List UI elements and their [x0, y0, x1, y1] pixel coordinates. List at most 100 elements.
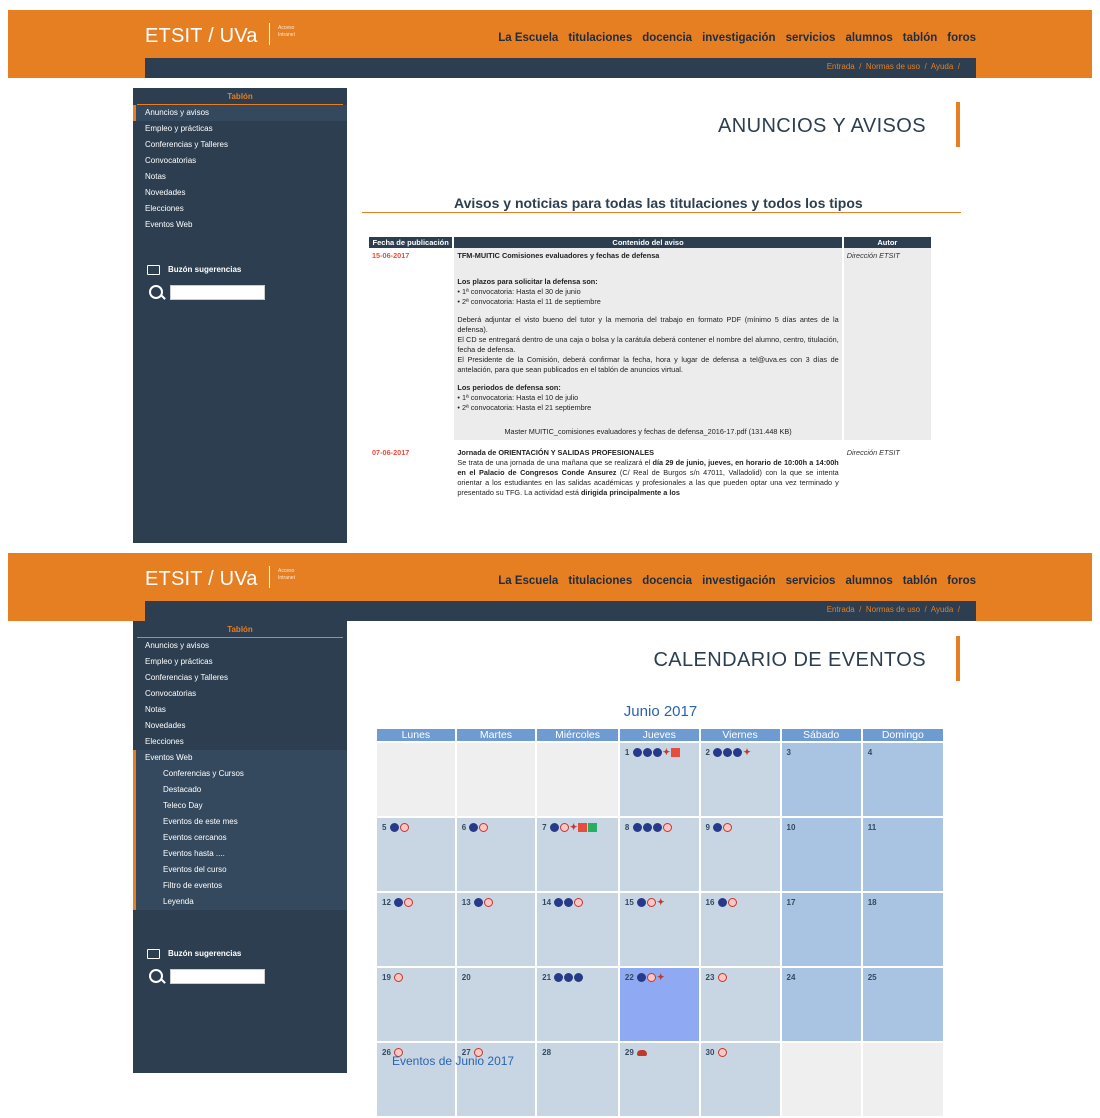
sidebar-subitem-leyenda[interactable]: Leyenda — [133, 894, 347, 910]
event-n-icon[interactable] — [717, 898, 727, 908]
sidebar-item-anuncios[interactable]: Anuncios y avisos — [133, 105, 347, 121]
sidebar-item-novedades[interactable]: Novedades — [133, 718, 347, 734]
calendar-day-today[interactable]: 22 ✦ — [619, 968, 699, 1041]
sidebar-item-notas[interactable]: Notas — [133, 702, 347, 718]
calendar-day[interactable]: 20 — [456, 968, 536, 1041]
sidebar-item-empleo[interactable]: Empleo y prácticas — [133, 654, 347, 670]
calendar-day[interactable]: 16 — [700, 893, 780, 966]
pin-icon[interactable]: ✦ — [570, 823, 578, 832]
sidebar-item-eventos-web[interactable]: Eventos Web — [133, 750, 347, 766]
sidebar-item-elecciones[interactable]: Elecciones — [133, 734, 347, 750]
sidebar-subitem-conferencias-cursos[interactable]: Conferencias y Cursos — [133, 766, 347, 782]
sidebar-item-conferencias[interactable]: Conferencias y Talleres — [133, 670, 347, 686]
intranet-link[interactable]: Acceso Intranet — [278, 25, 295, 39]
month-events-link[interactable]: Eventos de Junio 2017 — [392, 1054, 514, 1068]
event-n-icon[interactable] — [713, 823, 723, 833]
search-input[interactable] — [170, 969, 265, 984]
sidebar-item-convocatorias[interactable]: Convocatorias — [133, 686, 347, 702]
event-b-icon[interactable] — [588, 823, 598, 833]
notice-title[interactable]: Jornada de ORIENTACIÓN Y SALIDAS PROFESI… — [457, 448, 838, 458]
intranet-link[interactable]: Acceso Intranet — [278, 568, 295, 582]
event-n-icon[interactable] — [473, 898, 483, 908]
nav-servicios[interactable]: servicios — [786, 32, 836, 44]
calendar-day[interactable]: 1 ✦ — [619, 743, 699, 816]
sidebar-item-empleo[interactable]: Empleo y prácticas — [133, 121, 347, 137]
calendar-day[interactable]: 17 — [781, 893, 861, 966]
face-icon[interactable] — [394, 973, 404, 983]
event-n-icon[interactable] — [549, 823, 559, 833]
suggestions-link[interactable]: Buzón sugerencias — [147, 949, 241, 959]
calendar-day[interactable]: 13 — [456, 893, 536, 966]
event-a-icon[interactable] — [642, 823, 652, 833]
calendar-day[interactable]: 3 — [781, 743, 861, 816]
attachment-link[interactable]: Master MUITIC_comisiones evaluadores y f… — [457, 427, 838, 437]
calendar-day[interactable]: 7 ✦ — [537, 818, 618, 891]
site-brand[interactable]: ETSIT / UVa — [145, 25, 258, 48]
face-icon[interactable] — [727, 898, 737, 908]
pin-icon[interactable]: ✦ — [663, 748, 671, 757]
event-n-icon[interactable] — [637, 973, 647, 983]
face-icon[interactable] — [404, 898, 414, 908]
face-icon[interactable] — [647, 898, 657, 908]
event-r-icon[interactable] — [632, 748, 642, 758]
subnav-entrada[interactable]: Entrada — [827, 62, 855, 71]
event-a-icon[interactable] — [564, 973, 574, 983]
sidebar-item-eventos-web[interactable]: Eventos Web — [133, 217, 347, 233]
face-icon[interactable] — [662, 823, 672, 833]
face-icon[interactable] — [717, 1048, 727, 1058]
calendar-day[interactable]: 28 — [537, 1043, 618, 1116]
face-icon[interactable] — [399, 823, 409, 833]
face-icon[interactable] — [717, 973, 727, 983]
face-icon[interactable] — [647, 973, 657, 983]
nav-investigacion[interactable]: investigación — [702, 575, 776, 587]
calendar-day[interactable]: 8 — [619, 818, 699, 891]
event-r-icon[interactable] — [713, 748, 723, 758]
sidebar-subitem-filtro[interactable]: Filtro de eventos — [133, 878, 347, 894]
calendar-day[interactable]: 9 — [700, 818, 780, 891]
calendar-day[interactable]: 15 ✦ — [619, 893, 699, 966]
calendar-day[interactable]: 2 ✦ — [700, 743, 780, 816]
event-a-icon[interactable] — [642, 748, 652, 758]
nav-tablon[interactable]: tablón — [903, 575, 938, 587]
event-n-icon[interactable] — [652, 823, 662, 833]
nav-investigacion[interactable]: investigación — [702, 32, 776, 44]
calendar-day[interactable]: 11 — [862, 818, 943, 891]
event-r-icon[interactable] — [554, 973, 564, 983]
event-n-icon[interactable] — [652, 748, 662, 758]
nav-la-escuela[interactable]: La Escuela — [498, 32, 558, 44]
event-n-icon[interactable] — [394, 898, 404, 908]
calendar-day[interactable]: 25 — [862, 968, 943, 1041]
nav-servicios[interactable]: servicios — [786, 575, 836, 587]
pin-icon[interactable]: ✦ — [657, 898, 665, 907]
sidebar-subitem-eventos-curso[interactable]: Eventos del curso — [133, 862, 347, 878]
nav-alumnos[interactable]: alumnos — [845, 575, 892, 587]
nav-foros[interactable]: foros — [947, 575, 976, 587]
event-n-icon[interactable] — [389, 823, 399, 833]
event-r-icon[interactable] — [632, 823, 642, 833]
sidebar-subitem-teleco-day[interactable]: Teleco Day — [133, 798, 347, 814]
event-e-icon[interactable] — [578, 823, 588, 833]
nav-la-escuela[interactable]: La Escuela — [498, 575, 558, 587]
calendar-day[interactable]: 10 — [781, 818, 861, 891]
lips-icon[interactable] — [637, 1049, 648, 1056]
subnav-ayuda[interactable]: Ayuda — [931, 62, 954, 71]
sidebar-subitem-destacado[interactable]: Destacado — [133, 782, 347, 798]
event-n-icon[interactable] — [733, 748, 743, 758]
sidebar-subitem-eventos-hasta[interactable]: Eventos hasta .... — [133, 846, 347, 862]
event-r-icon[interactable] — [554, 898, 564, 908]
subnav-normas[interactable]: Normas de uso — [866, 605, 920, 614]
site-brand[interactable]: ETSIT / UVa — [145, 568, 258, 591]
calendar-day[interactable]: 19 — [377, 968, 455, 1041]
sidebar-item-novedades[interactable]: Novedades — [133, 185, 347, 201]
search-input[interactable] — [170, 285, 265, 300]
sidebar-item-notas[interactable]: Notas — [133, 169, 347, 185]
nav-titulaciones[interactable]: titulaciones — [568, 32, 632, 44]
nav-docencia[interactable]: docencia — [642, 575, 692, 587]
face-icon[interactable] — [574, 898, 584, 908]
nav-titulaciones[interactable]: titulaciones — [568, 575, 632, 587]
nav-foros[interactable]: foros — [947, 32, 976, 44]
sidebar-item-elecciones[interactable]: Elecciones — [133, 201, 347, 217]
calendar-day[interactable]: 6 — [456, 818, 536, 891]
subnav-entrada[interactable]: Entrada — [827, 605, 855, 614]
pin-icon[interactable]: ✦ — [657, 973, 665, 982]
